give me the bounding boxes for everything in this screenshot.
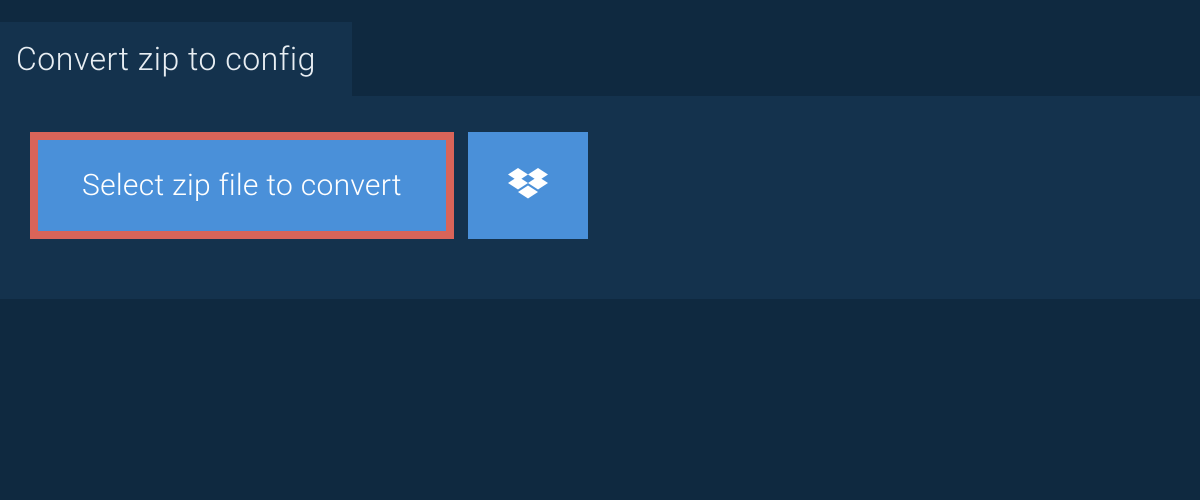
dropbox-button[interactable] [468,132,588,239]
select-file-button[interactable]: Select zip file to convert [30,132,454,239]
tab-title: Convert zip to config [16,40,316,78]
select-file-label: Select zip file to convert [82,168,402,203]
content-panel: Select zip file to convert [0,96,1200,299]
tab-convert-zip[interactable]: Convert zip to config [0,22,352,96]
dropbox-icon [508,168,548,204]
tab-bar: Convert zip to config [0,0,1200,96]
